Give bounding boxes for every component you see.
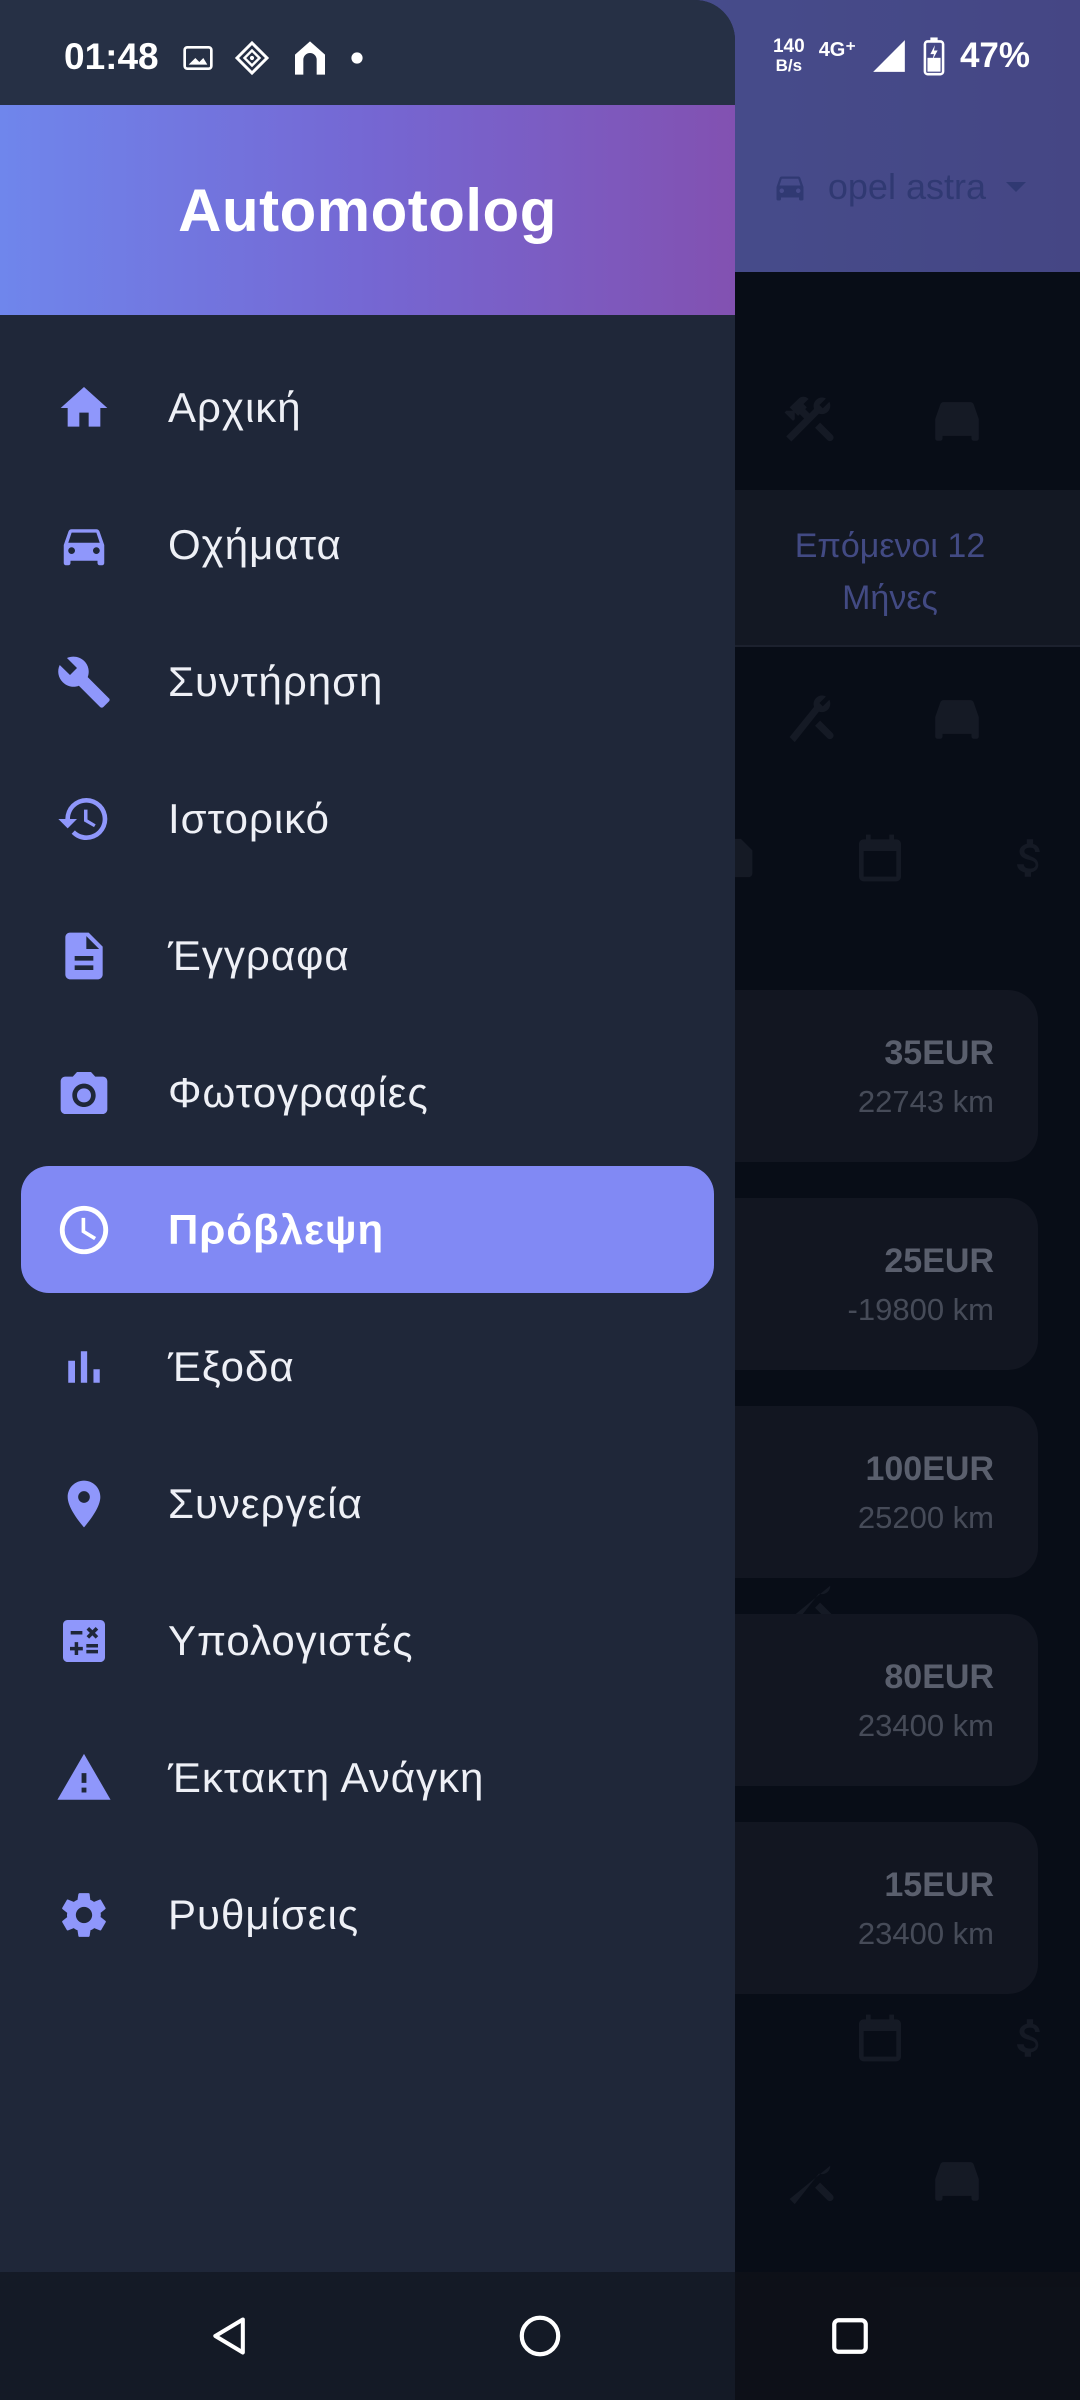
wrench-icon (54, 652, 114, 712)
network-speed-value: 140 (772, 36, 805, 57)
menu-item-workshops[interactable]: Συνεργεία (21, 1435, 714, 1572)
bar-chart-icon (54, 1337, 114, 1397)
menu-item-home[interactable]: Αρχική (21, 339, 714, 476)
home-button[interactable] (514, 2310, 566, 2362)
menu-label: Ιστορικό (168, 794, 331, 842)
menu-item-vehicles[interactable]: Οχήματα (21, 476, 714, 613)
menu-label: Έγγραφα (168, 931, 350, 979)
back-button[interactable] (204, 2310, 256, 2362)
document-icon (54, 926, 114, 986)
network-type: 4G⁺ (818, 38, 856, 61)
dot-icon (351, 52, 363, 64)
menu-label: Συνεργεία (168, 1479, 363, 1527)
clock-time: 01:48 (64, 36, 159, 77)
menu-item-documents[interactable]: Έγγραφα (21, 887, 714, 1024)
clock-icon (54, 1200, 114, 1260)
battery-icon (923, 37, 945, 76)
calculator-icon (54, 1611, 114, 1671)
history-icon (54, 789, 114, 849)
camera-icon (54, 1063, 114, 1123)
menu-item-expenses[interactable]: Έξοδα (21, 1298, 714, 1435)
app-title: Automotolog (178, 176, 557, 244)
menu-label: Πρόβλεψη (168, 1205, 385, 1253)
drawer-menu: Αρχική Οχήματα Συντήρηση Ιστορικό Έγγραφ… (0, 339, 735, 1983)
notification-icons (182, 38, 364, 78)
home-icon (54, 378, 114, 438)
navigation-drawer: Automotolog Αρχική Οχήματα Συντήρηση Ιστ… (0, 0, 735, 2400)
menu-item-calculators[interactable]: Υπολογιστές (21, 1572, 714, 1709)
home-circle-icon (519, 2315, 561, 2357)
menu-label: Έξοδα (168, 1342, 295, 1390)
diamond-app-icon (234, 40, 270, 76)
menu-item-photos[interactable]: Φωτογραφίες (21, 1024, 714, 1161)
network-speed-unit: B/s (775, 56, 803, 75)
menu-item-forecast[interactable]: Πρόβλεψη (21, 1166, 714, 1293)
back-icon (213, 2317, 245, 2355)
location-pin-icon (54, 1474, 114, 1534)
menu-label: Έκτακτη Ανάγκη (168, 1753, 485, 1801)
signal-icon (873, 40, 905, 72)
menu-item-settings[interactable]: Ρυθμίσεις (21, 1846, 714, 1983)
recents-icon (832, 2318, 868, 2354)
warning-icon (54, 1748, 114, 1808)
menu-item-maintenance[interactable]: Συντήρηση (21, 613, 714, 750)
car-icon (54, 515, 114, 575)
menu-label: Ρυθμίσεις (168, 1890, 360, 1938)
menu-item-emergency[interactable]: Έκτακτη Ανάγκη (21, 1709, 714, 1846)
status-bar: 01:48 140 B/s 4G⁺ 47% (0, 0, 1080, 105)
network-speed: 140 B/s (773, 37, 805, 75)
menu-label: Αρχική (168, 383, 302, 431)
drawer-header: Automotolog (0, 105, 735, 315)
system-navigation-bar (0, 2272, 1080, 2400)
image-notification-icon (183, 46, 213, 70)
menu-label: Φωτογραφίες (168, 1068, 429, 1116)
recents-button[interactable] (824, 2310, 876, 2362)
battery-percentage: 47% (959, 36, 1030, 75)
menu-label: Συντήρηση (168, 657, 384, 705)
menu-item-history[interactable]: Ιστορικό (21, 750, 714, 887)
gear-icon (54, 1885, 114, 1945)
system-indicators: 140 B/s 4G⁺ 47% (773, 36, 1030, 76)
home-app-icon (295, 41, 325, 75)
menu-label: Οχήματα (168, 520, 342, 568)
menu-label: Υπολογιστές (168, 1616, 414, 1664)
